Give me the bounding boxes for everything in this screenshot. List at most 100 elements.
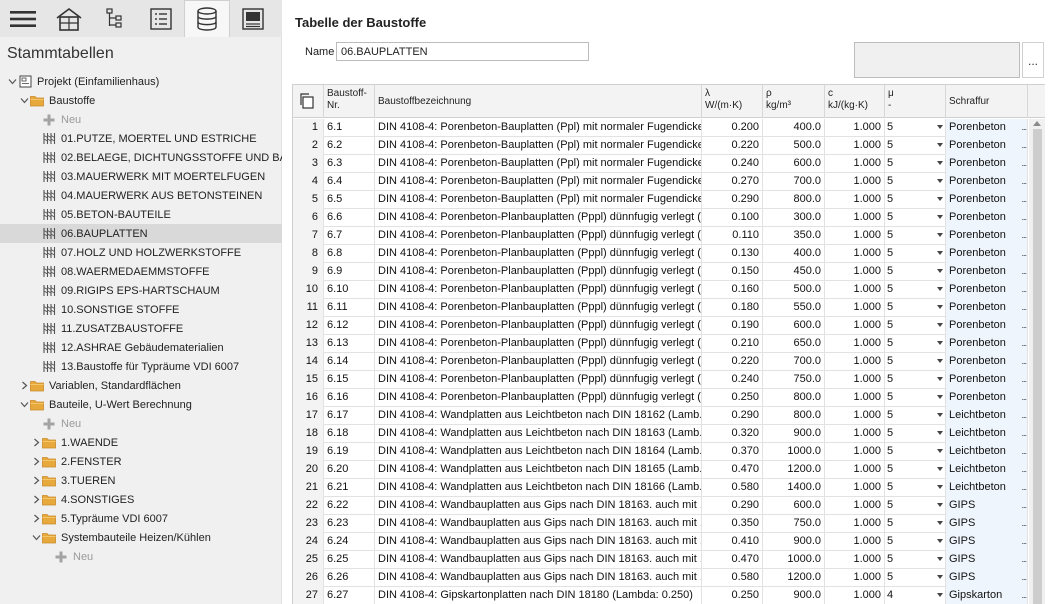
cell-bezeichnung[interactable]: DIN 4108-4: Porenbeton-Planbauplatten (P… bbox=[375, 353, 702, 371]
hatch-more-button[interactable]: ... bbox=[1021, 569, 1026, 586]
cell-lambda[interactable]: 0.180 bbox=[702, 299, 763, 317]
tree-item-folder[interactable]: Variablen, Standardflächen bbox=[0, 376, 282, 395]
cell-rho[interactable]: 600.0 bbox=[763, 497, 825, 515]
table-row[interactable]: 5 6.5 DIN 4108-4: Porenbeton-Bauplatten (P… bbox=[293, 191, 1028, 209]
cell-schraffur[interactable]: GIPS... bbox=[946, 569, 1028, 587]
cell-nr[interactable]: 6.27 bbox=[324, 587, 375, 604]
settings-panel-button[interactable] bbox=[230, 0, 276, 37]
cell-mu[interactable]: 5 bbox=[885, 389, 946, 407]
table-row[interactable]: 25 6.25 DIN 4108-4: Wandbauplatten aus Gip… bbox=[293, 551, 1028, 569]
cell-c[interactable]: 1.000 bbox=[825, 569, 885, 587]
cell-bezeichnung[interactable]: DIN 4108-4: Wandplatten aus Leichtbeton … bbox=[375, 479, 702, 497]
building-button[interactable] bbox=[46, 0, 92, 37]
cell-c[interactable]: 1.000 bbox=[825, 119, 885, 137]
tree-item-folder[interactable]: 3.TUEREN bbox=[0, 471, 282, 490]
dropdown-arrow-icon[interactable] bbox=[937, 305, 943, 309]
cell-mu[interactable]: 5 bbox=[885, 461, 946, 479]
cell-c[interactable]: 1.000 bbox=[825, 173, 885, 191]
cell-bezeichnung[interactable]: DIN 4108-4: Porenbeton-Planbauplatten (P… bbox=[375, 389, 702, 407]
cell-lambda[interactable]: 0.290 bbox=[702, 497, 763, 515]
tree-item-neu[interactable]: Neu bbox=[0, 547, 282, 566]
cell-bezeichnung[interactable]: DIN 4108-4: Porenbeton-Planbauplatten (P… bbox=[375, 263, 702, 281]
table-row[interactable]: 16 6.16 DIN 4108-4: Porenbeton-Planbauplat… bbox=[293, 389, 1028, 407]
table-row[interactable]: 19 6.19 DIN 4108-4: Wandplatten aus Leicht… bbox=[293, 443, 1028, 461]
dropdown-arrow-icon[interactable] bbox=[937, 539, 943, 543]
tree-item-table[interactable]: 13.Baustoffe für Typräume VDI 6007 bbox=[0, 357, 282, 376]
cell-lambda[interactable]: 0.240 bbox=[702, 155, 763, 173]
table-row[interactable]: 8 6.8 DIN 4108-4: Porenbeton-Planbauplatte… bbox=[293, 245, 1028, 263]
table-row[interactable]: 22 6.22 DIN 4108-4: Wandbauplatten aus Gip… bbox=[293, 497, 1028, 515]
cell-rho[interactable]: 900.0 bbox=[763, 533, 825, 551]
hatch-more-button[interactable]: ... bbox=[1021, 299, 1026, 316]
cell-mu[interactable]: 5 bbox=[885, 119, 946, 137]
dropdown-arrow-icon[interactable] bbox=[937, 557, 943, 561]
cell-schraffur[interactable]: Porenbeton... bbox=[946, 335, 1028, 353]
cell-c[interactable]: 1.000 bbox=[825, 209, 885, 227]
cell-schraffur[interactable]: Porenbeton... bbox=[946, 371, 1028, 389]
cell-c[interactable]: 1.000 bbox=[825, 587, 885, 604]
table-row[interactable]: 15 6.15 DIN 4108-4: Porenbeton-Planbauplat… bbox=[293, 371, 1028, 389]
cell-nr[interactable]: 6.20 bbox=[324, 461, 375, 479]
tree-item-neu[interactable]: Neu bbox=[0, 414, 282, 433]
cell-nr[interactable]: 6.5 bbox=[324, 191, 375, 209]
cell-bezeichnung[interactable]: DIN 4108-4: Porenbeton-Planbauplatten (P… bbox=[375, 209, 702, 227]
cell-mu[interactable]: 5 bbox=[885, 227, 946, 245]
tree-item-folder[interactable]: 4.SONSTIGES bbox=[0, 490, 282, 509]
tree-item-folder[interactable]: Bauteile, U-Wert Berechnung bbox=[0, 395, 282, 414]
cell-c[interactable]: 1.000 bbox=[825, 389, 885, 407]
cell-bezeichnung[interactable]: DIN 4108-4: Wandbauplatten aus Gips nach… bbox=[375, 551, 702, 569]
chevron-right-icon[interactable] bbox=[30, 438, 42, 447]
tree-item-folder[interactable]: 1.WAENDE bbox=[0, 433, 282, 452]
hatch-more-button[interactable]: ... bbox=[1021, 281, 1026, 298]
chevron-right-icon[interactable] bbox=[30, 514, 42, 523]
cell-c[interactable]: 1.000 bbox=[825, 335, 885, 353]
cell-nr[interactable]: 6.11 bbox=[324, 299, 375, 317]
cell-bezeichnung[interactable]: DIN 4108-4: Wandbauplatten aus Gips nach… bbox=[375, 497, 702, 515]
cell-nr[interactable]: 6.23 bbox=[324, 515, 375, 533]
cell-mu[interactable]: 5 bbox=[885, 551, 946, 569]
tree-item-folder[interactable]: Systembauteile Heizen/Kühlen bbox=[0, 528, 282, 547]
cell-rho[interactable]: 550.0 bbox=[763, 299, 825, 317]
table-row[interactable]: 18 6.18 DIN 4108-4: Wandplatten aus Leicht… bbox=[293, 425, 1028, 443]
cell-mu[interactable]: 5 bbox=[885, 443, 946, 461]
hatch-more-button[interactable]: ... bbox=[1021, 155, 1026, 172]
cell-mu[interactable]: 5 bbox=[885, 515, 946, 533]
cell-nr[interactable]: 6.21 bbox=[324, 479, 375, 497]
cell-schraffur[interactable]: Porenbeton... bbox=[946, 353, 1028, 371]
col-header-nr[interactable]: Baustoff- Nr. bbox=[324, 85, 375, 118]
tree-item-table[interactable]: 11.ZUSATZBAUSTOFFE bbox=[0, 319, 282, 338]
chevron-down-icon[interactable] bbox=[18, 400, 30, 409]
cell-rho[interactable]: 400.0 bbox=[763, 119, 825, 137]
cell-mu[interactable]: 5 bbox=[885, 497, 946, 515]
cell-lambda[interactable]: 0.410 bbox=[702, 533, 763, 551]
cell-bezeichnung[interactable]: DIN 4108-4: Wandplatten aus Leichtbeton … bbox=[375, 407, 702, 425]
cell-rho[interactable]: 350.0 bbox=[763, 227, 825, 245]
table-row[interactable]: 4 6.4 DIN 4108-4: Porenbeton-Bauplatten (P… bbox=[293, 173, 1028, 191]
cell-c[interactable]: 1.000 bbox=[825, 533, 885, 551]
tree-item-table[interactable]: 03.MAUERWERK MIT MOERTELFUGEN bbox=[0, 167, 282, 186]
cell-bezeichnung[interactable]: DIN 4108-4: Porenbeton-Bauplatten (Ppl) … bbox=[375, 137, 702, 155]
cell-bezeichnung[interactable]: DIN 4108-4: Porenbeton-Bauplatten (Ppl) … bbox=[375, 119, 702, 137]
cell-rho[interactable]: 1000.0 bbox=[763, 443, 825, 461]
tree-item-folder[interactable]: 2.FENSTER bbox=[0, 452, 282, 471]
cell-rho[interactable]: 800.0 bbox=[763, 389, 825, 407]
cell-mu[interactable]: 5 bbox=[885, 317, 946, 335]
cell-schraffur[interactable]: GIPS... bbox=[946, 497, 1028, 515]
cell-lambda[interactable]: 0.580 bbox=[702, 569, 763, 587]
cell-mu[interactable]: 5 bbox=[885, 425, 946, 443]
cell-bezeichnung[interactable]: DIN 4108-4: Wandplatten aus Leichtbeton … bbox=[375, 461, 702, 479]
chevron-right-icon[interactable] bbox=[18, 381, 30, 390]
cell-schraffur[interactable]: Porenbeton... bbox=[946, 137, 1028, 155]
col-header-bezeichnung[interactable]: Baustoffbezeichnung bbox=[375, 85, 702, 118]
cell-mu[interactable]: 5 bbox=[885, 209, 946, 227]
dropdown-arrow-icon[interactable] bbox=[937, 233, 943, 237]
cell-lambda[interactable]: 0.210 bbox=[702, 335, 763, 353]
cell-schraffur[interactable]: Porenbeton... bbox=[946, 119, 1028, 137]
cell-schraffur[interactable]: Porenbeton... bbox=[946, 245, 1028, 263]
tree-item-table[interactable]: 09.RIGIPS EPS-HARTSCHAUM bbox=[0, 281, 282, 300]
table-row[interactable]: 11 6.11 DIN 4108-4: Porenbeton-Planbauplat… bbox=[293, 299, 1028, 317]
hatch-more-button[interactable]: ... bbox=[1021, 551, 1026, 568]
cell-rho[interactable]: 500.0 bbox=[763, 281, 825, 299]
tree-item-table[interactable]: 12.ASHRAE Gebäudematerialien bbox=[0, 338, 282, 357]
col-header-rho[interactable]: ρ kg/m³ bbox=[763, 85, 825, 118]
